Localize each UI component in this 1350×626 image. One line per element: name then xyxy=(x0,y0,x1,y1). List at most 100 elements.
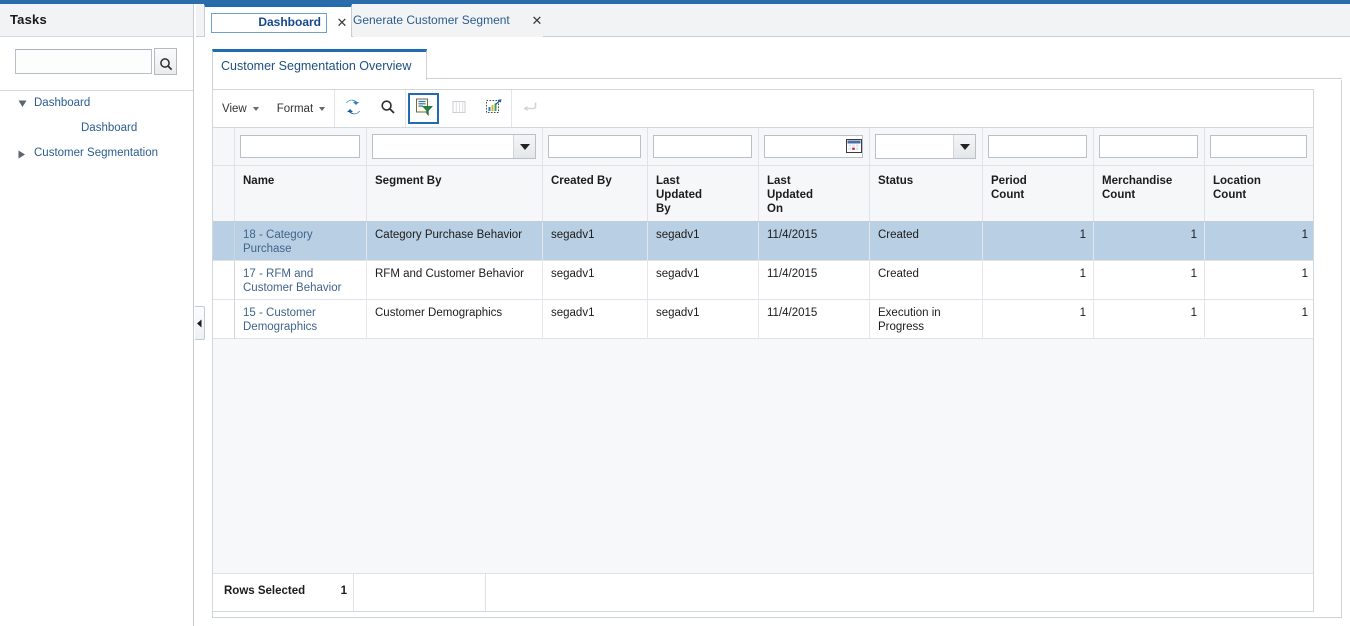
column-header-last-updated-by[interactable]: Last Updated By xyxy=(648,166,759,221)
cell-segment-by: RFM and Customer Behavior xyxy=(367,261,543,300)
wrap-text-icon xyxy=(522,99,538,118)
cell-value: segadv1 xyxy=(551,268,595,280)
cell-value: 11/4/2015 xyxy=(767,307,818,319)
filter-input-last-updated-by[interactable] xyxy=(653,135,752,158)
footer-divider xyxy=(485,574,486,611)
sidebar-item-dashboard[interactable]: Dashboard xyxy=(0,116,193,141)
column-header-label: Segment By xyxy=(375,175,442,187)
cell-value: 1 xyxy=(1190,229,1197,241)
column-header-label: Status xyxy=(878,175,914,187)
content-area: Customer Segmentation Overview View Form… xyxy=(196,37,1350,626)
query-by-example-filter-icon xyxy=(415,98,433,119)
column-header-label: Last Updated By xyxy=(656,175,702,215)
cell-value: segadv1 xyxy=(656,307,700,319)
cell-name[interactable]: 15 - Customer Demographics xyxy=(235,300,367,339)
filter-select-status[interactable] xyxy=(875,134,976,159)
cell-last-updated-on: 11/4/2015 xyxy=(759,300,870,339)
sidebar-tree: Dashboard Dashboard Customer Segmentatio… xyxy=(0,91,193,166)
triangle-down-icon[interactable] xyxy=(953,135,975,158)
wrap-text-button xyxy=(512,90,547,127)
column-header-status[interactable]: Status xyxy=(870,166,983,221)
tab-dashboard[interactable]: Dashboard ✕ xyxy=(204,4,352,38)
freeze-columns-button xyxy=(441,90,476,127)
column-header-segment-by[interactable]: Segment By xyxy=(367,166,543,221)
table-row[interactable]: 18 - Category Purchase Category Purchase… xyxy=(213,222,1313,261)
filter-input-merchandise-count[interactable] xyxy=(1099,135,1198,158)
filter-input-name[interactable] xyxy=(240,135,360,158)
sidebar-item-customer-segmentation[interactable]: Customer Segmentation xyxy=(0,141,193,166)
detach-refresh-button[interactable] xyxy=(335,90,370,127)
triangle-right-icon[interactable] xyxy=(16,141,30,166)
search-input[interactable] xyxy=(15,49,152,74)
cell-status: Execution in Progress xyxy=(870,300,983,339)
cell-last-updated-by: segadv1 xyxy=(648,300,759,339)
table-row[interactable]: 15 - Customer Demographics Customer Demo… xyxy=(213,300,1313,339)
filter-cell-last-updated-by xyxy=(648,128,759,165)
view-menu-button[interactable]: View xyxy=(213,90,268,127)
customer-segmentation-table: Name Segment By Created By Last Updated … xyxy=(212,128,1314,612)
sidebar-item-label: Customer Segmentation xyxy=(34,147,159,159)
cell-value: RFM and Customer Behavior xyxy=(375,268,524,280)
triangle-down-icon[interactable] xyxy=(513,135,535,158)
cell-last-updated-on: 11/4/2015 xyxy=(759,261,870,300)
row-selection-indicator[interactable] xyxy=(213,300,235,339)
search-button[interactable] xyxy=(370,90,405,127)
status-badge: Created xyxy=(878,268,919,280)
detach-table-button[interactable] xyxy=(476,90,511,127)
cell-value: segadv1 xyxy=(551,229,595,241)
segment-link[interactable]: 18 - Category Purchase xyxy=(243,228,361,256)
cell-value: Category Purchase Behavior xyxy=(375,229,523,241)
search-icon xyxy=(380,99,396,118)
table-row[interactable]: 17 - RFM and Customer Behavior RFM and C… xyxy=(213,261,1313,300)
column-header-name[interactable]: Name xyxy=(235,166,367,221)
close-icon[interactable]: ✕ xyxy=(333,7,351,38)
close-icon[interactable]: ✕ xyxy=(528,4,546,37)
column-header-created-by[interactable]: Created By xyxy=(543,166,648,221)
cell-created-by: segadv1 xyxy=(543,222,648,261)
detach-table-icon xyxy=(485,98,503,119)
segment-link[interactable]: 15 - Customer Demographics xyxy=(243,306,361,334)
column-header-label: Period Count xyxy=(991,175,1027,201)
row-selection-indicator[interactable] xyxy=(213,261,235,300)
cell-created-by: segadv1 xyxy=(543,261,648,300)
cell-value: 1 xyxy=(1190,307,1197,319)
column-header-label: Merchandise Count xyxy=(1102,175,1173,201)
tab-customer-segmentation-overview[interactable]: Customer Segmentation Overview xyxy=(212,49,427,80)
cell-segment-by: Category Purchase Behavior xyxy=(367,222,543,261)
calendar-icon[interactable] xyxy=(846,138,862,157)
query-by-example-button[interactable] xyxy=(408,93,440,124)
sidebar-item-dashboard-group[interactable]: Dashboard xyxy=(0,91,193,116)
cell-value: 11/4/2015 xyxy=(767,229,818,241)
filter-cell-indicator xyxy=(213,128,235,165)
freeze-columns-icon xyxy=(451,99,467,118)
sub-tab-strip: Customer Segmentation Overview xyxy=(212,49,1342,80)
cell-name[interactable]: 17 - RFM and Customer Behavior xyxy=(235,261,367,300)
detach-refresh-icon xyxy=(344,98,362,119)
sidebar-collapse-handle[interactable] xyxy=(195,306,205,340)
column-header-location-count[interactable]: Location Count xyxy=(1205,166,1313,221)
status-badge: Created xyxy=(878,229,919,241)
triangle-down-icon[interactable] xyxy=(16,91,30,116)
column-header-merchandise-count[interactable]: Merchandise Count xyxy=(1094,166,1205,221)
filter-input-period-count[interactable] xyxy=(988,135,1087,158)
tab-label: Dashboard xyxy=(258,15,321,29)
filter-cell-name xyxy=(235,128,367,165)
tab-generate-customer-segment[interactable]: Generate Customer Segment ✕ xyxy=(353,4,543,37)
column-header-period-count[interactable]: Period Count xyxy=(983,166,1094,221)
format-menu-button[interactable]: Format xyxy=(268,90,334,127)
table-footer-row: Rows Selected 1 xyxy=(213,573,1313,611)
segment-link[interactable]: 17 - RFM and Customer Behavior xyxy=(243,267,361,295)
row-selection-indicator[interactable] xyxy=(213,222,235,261)
cell-name[interactable]: 18 - Category Purchase xyxy=(235,222,367,261)
column-header-last-updated-on[interactable]: Last Updated On xyxy=(759,166,870,221)
filter-select-segment-by[interactable] xyxy=(372,134,536,159)
cell-merchandise-count: 1 xyxy=(1094,300,1205,339)
filter-select-value xyxy=(876,135,953,158)
filter-input-location-count[interactable] xyxy=(1210,135,1307,158)
rows-selected-label: Rows Selected xyxy=(224,585,306,597)
search-button[interactable] xyxy=(154,48,177,75)
filter-input-created-by[interactable] xyxy=(548,135,641,158)
search-icon xyxy=(155,57,176,71)
cell-value: 1 xyxy=(1301,307,1308,319)
cell-period-count: 1 xyxy=(983,300,1094,339)
